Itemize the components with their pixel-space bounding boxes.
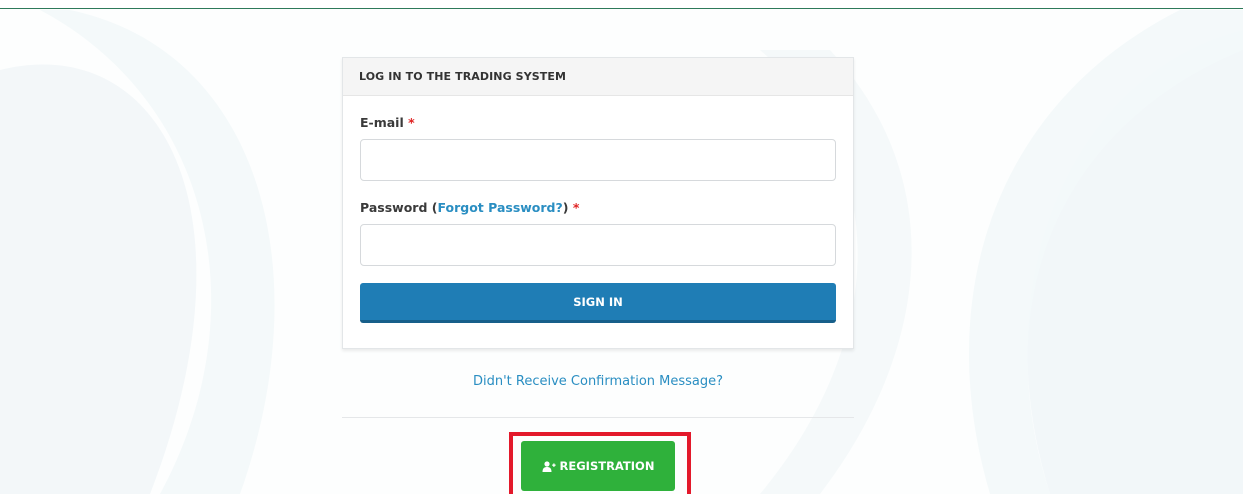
password-required-marker: * — [572, 200, 580, 215]
user-plus-icon — [542, 460, 556, 472]
sign-in-button[interactable]: SIGN IN — [360, 283, 836, 323]
email-label: E-mail * — [360, 115, 836, 130]
forgot-password-link[interactable]: Forgot Password? — [437, 200, 562, 215]
login-page: LOG IN TO THE TRADING SYSTEM E-mail * Pa… — [0, 0, 1243, 494]
confirmation-message-link[interactable]: Didn't Receive Confirmation Message? — [342, 374, 854, 389]
password-field[interactable] — [360, 224, 836, 266]
divider — [342, 417, 854, 418]
password-label: Password (Forgot Password?) * — [360, 200, 836, 215]
panel-heading: LOG IN TO THE TRADING SYSTEM — [343, 58, 853, 96]
top-header-bar — [0, 0, 1243, 9]
email-label-text: E-mail — [360, 115, 404, 130]
password-label-prefix: Password ( — [360, 200, 438, 215]
login-form: E-mail * Password (Forgot Password?) * S… — [343, 115, 853, 323]
email-field[interactable] — [360, 139, 836, 181]
registration-button-label: REGISTRATION — [559, 459, 655, 473]
email-required-marker: * — [408, 115, 415, 130]
registration-button[interactable]: REGISTRATION — [521, 441, 675, 491]
panel-title: LOG IN TO THE TRADING SYSTEM — [359, 70, 567, 83]
login-panel: LOG IN TO THE TRADING SYSTEM E-mail * Pa… — [342, 57, 854, 349]
password-label-suffix: ) — [562, 200, 569, 215]
